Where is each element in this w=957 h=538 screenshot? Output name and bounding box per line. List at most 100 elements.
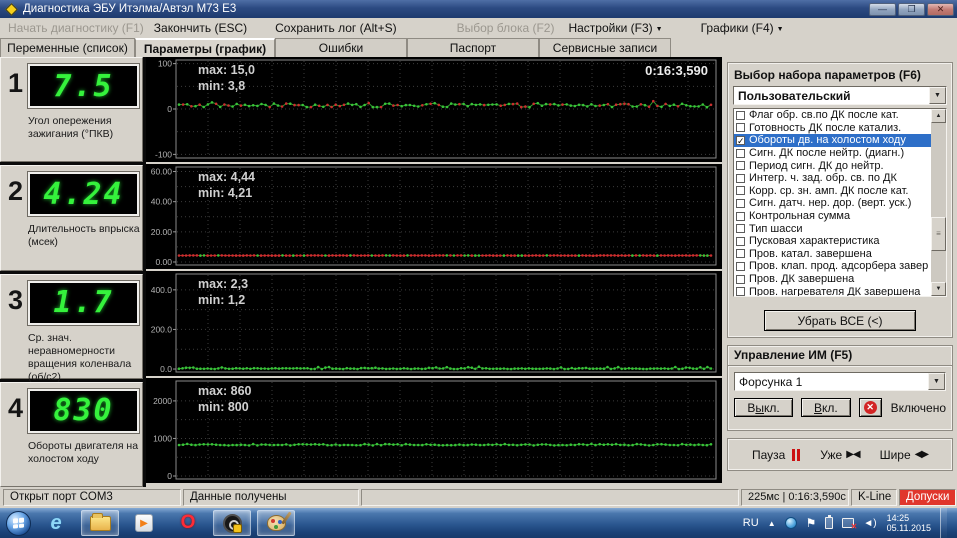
show-desktop-button[interactable] — [940, 508, 947, 538]
pause-button[interactable]: Пауза — [752, 448, 800, 462]
svg-text:max: 860: max: 860 — [198, 384, 252, 398]
tray-expand-icon[interactable]: ▲ — [768, 519, 776, 528]
checkbox-icon[interactable] — [736, 199, 745, 208]
checklist-item-5[interactable]: Период сигн. ДК до нейтр. — [734, 159, 931, 172]
actuator-control-group: Управление ИМ (F5) Форсунка 1 ▼ Выкл. Вк… — [727, 345, 953, 431]
action-center-flag-icon[interactable]: ⚑ — [806, 516, 817, 530]
svg-text:60.00: 60.00 — [151, 167, 173, 177]
app-icon — [5, 3, 18, 16]
scroll-down-icon[interactable]: ▼ — [931, 282, 946, 296]
chart-row-2: 60.0040.0020.000.00max: 4,44min: 4,21 — [146, 164, 722, 269]
actuator-dropdown[interactable]: Форсунка 1 ▼ — [734, 372, 946, 391]
checklist-item-1[interactable]: Флаг обр. св.по ДК после кат. — [734, 109, 931, 122]
battery-icon[interactable] — [825, 517, 833, 529]
minimize-button[interactable]: — — [869, 3, 896, 16]
chart-canvas-4: 200010000max: 860min: 800 — [146, 378, 722, 483]
checkbox-icon[interactable] — [736, 212, 745, 221]
close-button[interactable]: ✕ — [927, 3, 954, 16]
volume-icon[interactable]: ◄) — [863, 518, 876, 529]
checklist-item-10[interactable]: Тип шасси — [734, 222, 931, 235]
menu-item-4: Выбор блока (F2) — [457, 21, 555, 35]
checklist-item-3[interactable]: ✓Обороты дв. на холостом ходу — [734, 134, 931, 147]
actuator-on-button[interactable]: Вкл. — [801, 398, 851, 417]
narrower-label: Уже — [820, 448, 842, 462]
taskbar-item-explorer[interactable] — [81, 510, 119, 536]
menu-item-5[interactable]: Настройки (F3)▼ — [568, 21, 662, 35]
chart-canvas-1: 1000-100max: 15,0min: 3,80:16:3,590 — [146, 57, 722, 162]
media-player-icon: ▶ — [135, 514, 153, 532]
checklist-item-13[interactable]: Пров. клап. прод. адсорбера завер — [734, 260, 931, 273]
tab-3[interactable]: Ошибки — [275, 38, 407, 57]
led-value: 4.24 — [43, 177, 123, 212]
dropdown-arrow-icon[interactable]: ▼ — [929, 87, 946, 104]
svg-text:400.0: 400.0 — [151, 285, 173, 295]
checkbox-icon[interactable] — [736, 249, 745, 258]
taskbar-item-internet-explorer[interactable]: e — [37, 510, 75, 536]
checklist-item-4[interactable]: Сигн. ДК после нейтр. (диагн.) — [734, 147, 931, 160]
checklist-item-label: Пров. нагревателя ДК завершена — [749, 286, 920, 296]
tab-4[interactable]: Паспорт — [407, 38, 539, 57]
checkbox-icon[interactable]: ✓ — [736, 136, 745, 145]
checklist-item-label: Интегр. ч. зад. обр. св. по ДК — [749, 172, 897, 184]
menu-item-2[interactable]: Закончить (ESC) — [154, 21, 247, 35]
checkbox-icon[interactable] — [736, 262, 745, 271]
taskbar-item-opera[interactable]: O — [169, 510, 207, 536]
checkbox-icon[interactable] — [736, 111, 745, 120]
checklist-item-2[interactable]: Готовность ДК после катализ. — [734, 122, 931, 135]
checklist-item-6[interactable]: Интегр. ч. зад. обр. св. по ДК — [734, 172, 931, 185]
clock[interactable]: 14:25 05.11.2015 — [887, 513, 931, 534]
svg-text:min: 4,21: min: 4,21 — [198, 186, 252, 200]
tab-1[interactable]: Переменные (список) — [0, 38, 135, 57]
taskbar-item-media-player[interactable]: ▶ — [125, 510, 163, 536]
svg-text:0: 0 — [167, 471, 172, 481]
taskbar-item-paint[interactable] — [257, 510, 295, 536]
checkbox-icon[interactable] — [736, 186, 745, 195]
checklist-item-11[interactable]: Пусковая характеристика — [734, 235, 931, 248]
checklist-item-label: Корр. ср. зн. амп. ДК после кат. — [749, 185, 908, 197]
tab-2[interactable]: Параметры (график) — [135, 38, 275, 57]
restore-button[interactable]: ❐ — [898, 3, 925, 16]
tab-5[interactable]: Сервисные записи — [539, 38, 671, 57]
checkbox-icon[interactable] — [736, 123, 745, 132]
svg-text:0.0: 0.0 — [160, 364, 172, 374]
checkbox-icon[interactable] — [736, 149, 745, 158]
checklist-item-8[interactable]: Сигн. датч. нер. дор. (верт. уск.) — [734, 197, 931, 210]
wider-button[interactable]: Шире ◀▶ — [880, 448, 928, 462]
menu-item-3[interactable]: Сохранить лог (Alt+S) — [275, 21, 397, 35]
parameter-set-group: Выбор набора параметров (F6) Пользовател… — [727, 62, 953, 338]
actuator-off-button[interactable]: Выкл. — [734, 398, 793, 417]
remove-all-button[interactable]: Убрать ВСЕ (<) — [764, 310, 916, 331]
checkbox-icon[interactable] — [736, 161, 745, 170]
svg-text:min: 1,2: min: 1,2 — [198, 293, 245, 307]
scrollbar-thumb[interactable]: ≡ — [931, 217, 946, 251]
narrower-button[interactable]: Уже ▶◀ — [820, 448, 859, 462]
scroll-up-icon[interactable]: ▲ — [931, 109, 946, 123]
svg-text:40.00: 40.00 — [151, 197, 173, 207]
checkbox-icon[interactable] — [736, 287, 745, 296]
dropdown-arrow-icon[interactable]: ▼ — [928, 373, 945, 390]
wider-label: Шире — [880, 448, 911, 462]
tray-app-icon[interactable] — [785, 517, 797, 529]
param-number: 4 — [8, 393, 23, 424]
start-button[interactable] — [6, 511, 31, 536]
checkbox-icon[interactable] — [736, 237, 745, 246]
checklist-item-15[interactable]: Пров. нагревателя ДК завершена — [734, 285, 931, 296]
checkbox-icon[interactable] — [736, 275, 745, 284]
checklist-item-7[interactable]: Корр. ср. зн. амп. ДК после кат. — [734, 185, 931, 198]
checklist-item-14[interactable]: Пров. ДК завершена — [734, 273, 931, 286]
checklist-scrollbar[interactable]: ▲ ≡ ▼ — [931, 109, 946, 296]
wider-arrows-icon: ◀▶ — [915, 449, 928, 460]
status-tolerances-badge[interactable]: Допуски — [899, 489, 956, 506]
param-cell-4: 4830Обороты двигателя на холостом ходу — [0, 382, 143, 487]
actuator-stop-button[interactable]: ✕ — [859, 398, 882, 417]
checklist-item-9[interactable]: Контрольная сумма — [734, 210, 931, 223]
param-label: Угол опережения зажигания (°ПКВ) — [28, 115, 142, 141]
checkbox-icon[interactable] — [736, 224, 745, 233]
menu-item-6[interactable]: Графики (F4)▼ — [701, 21, 784, 35]
checkbox-icon[interactable] — [736, 174, 745, 183]
checklist-item-12[interactable]: Пров. катал. завершена — [734, 248, 931, 261]
taskbar-item-diagnostics-app[interactable] — [213, 510, 251, 536]
network-error-icon[interactable] — [842, 518, 854, 528]
language-indicator[interactable]: RU — [743, 517, 759, 529]
parameter-set-dropdown[interactable]: Пользовательский ▼ — [733, 86, 947, 105]
